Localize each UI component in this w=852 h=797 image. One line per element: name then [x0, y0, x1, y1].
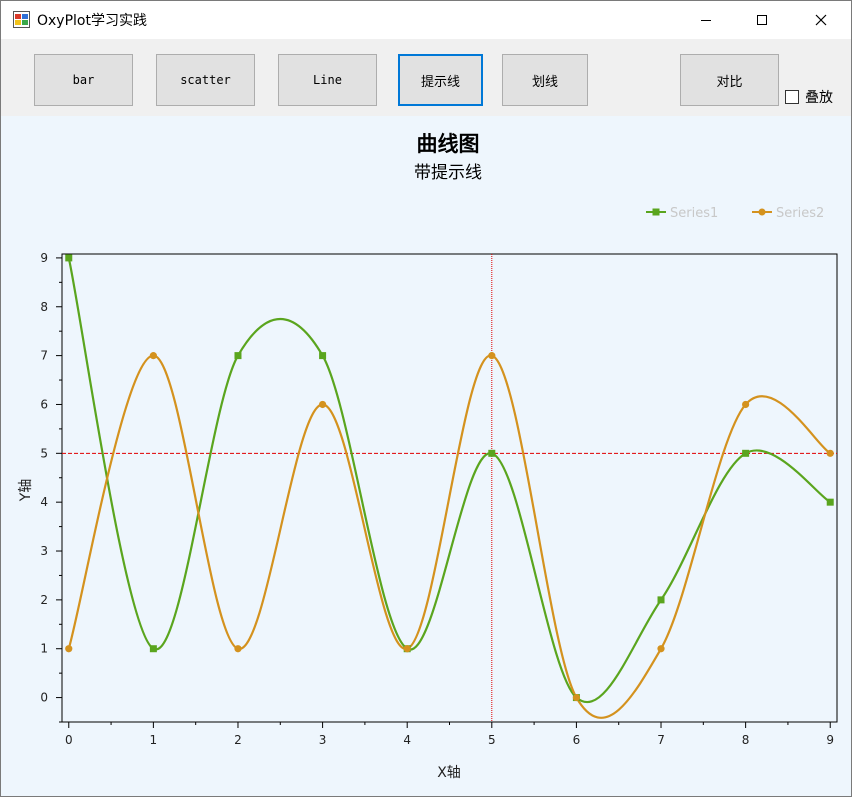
plot-view[interactable]	[1, 116, 851, 796]
maximize-icon	[757, 15, 767, 25]
compare-button[interactable]: 对比	[680, 54, 779, 106]
stack-checkbox-label: 叠放	[805, 90, 833, 106]
scatter-button[interactable]: scatter	[156, 54, 255, 106]
hint-line-button[interactable]: 提示线	[398, 54, 483, 106]
draw-line-button[interactable]: 划线	[502, 54, 588, 106]
window-title: OxyPlot学习实践	[37, 13, 147, 29]
minimize-icon	[701, 20, 711, 21]
stack-checkbox[interactable]	[785, 90, 799, 104]
close-button[interactable]	[798, 1, 844, 39]
app-window: OxyPlot学习实践 bar scatter Line 提示线 划线 对比 叠…	[0, 0, 852, 797]
stack-checkbox-group[interactable]: 叠放	[785, 87, 833, 107]
app-icon	[13, 11, 30, 28]
minimize-button[interactable]	[683, 1, 729, 39]
maximize-button[interactable]	[739, 1, 785, 39]
line-button[interactable]: Line	[278, 54, 377, 106]
title-bar: OxyPlot学习实践	[1, 1, 851, 39]
bar-button[interactable]: bar	[34, 54, 133, 106]
close-icon	[815, 14, 827, 26]
